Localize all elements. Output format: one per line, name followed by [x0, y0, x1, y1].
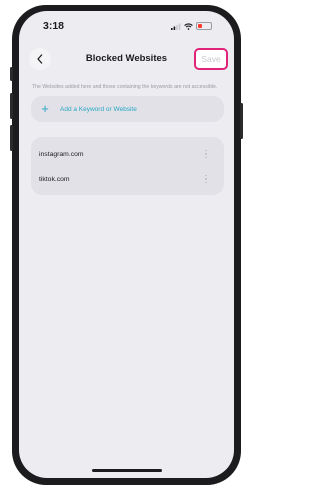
home-indicator[interactable]	[91, 469, 162, 472]
blocked-sites-list: instagram.com tiktok.com	[31, 137, 224, 195]
volume-up-button	[10, 93, 13, 119]
save-button[interactable]: Save	[194, 48, 228, 70]
status-time: 3:18	[43, 20, 65, 32]
plus-icon: +	[41, 101, 49, 116]
status-bar: 3:18	[19, 11, 234, 41]
status-icons	[171, 22, 212, 30]
more-options-icon[interactable]	[202, 149, 210, 159]
silent-switch	[10, 67, 13, 81]
signal-icon	[171, 23, 181, 30]
site-name: instagram.com	[39, 150, 84, 158]
power-button	[240, 103, 243, 139]
more-options-icon[interactable]	[202, 174, 210, 184]
volume-down-button	[10, 125, 13, 151]
description-text: The Websites added here and those contai…	[32, 84, 218, 90]
list-item[interactable]: tiktok.com	[31, 167, 224, 191]
add-keyword-label: Add a Keyword or Website	[60, 105, 137, 113]
screen: 3:18 Blocked Websites Save The Websites …	[19, 11, 234, 478]
list-item[interactable]: instagram.com	[31, 142, 224, 166]
add-keyword-button[interactable]: + Add a Keyword or Website	[31, 96, 224, 122]
site-name: tiktok.com	[39, 175, 70, 183]
wifi-icon	[184, 22, 193, 30]
battery-icon	[196, 22, 212, 30]
